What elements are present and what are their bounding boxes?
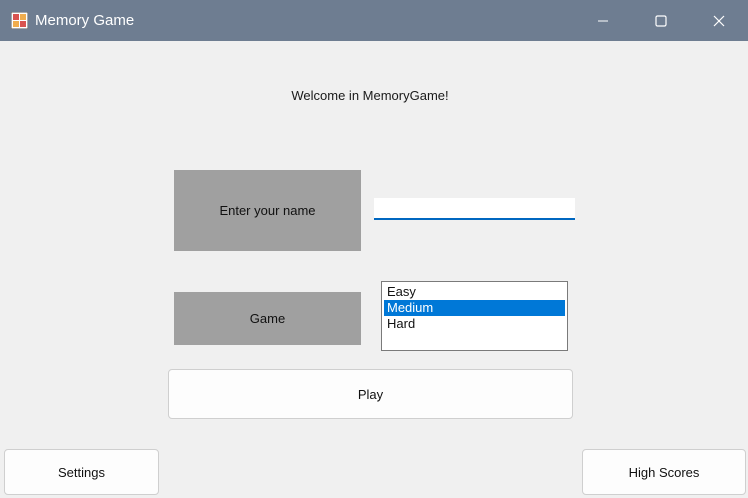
difficulty-option-easy[interactable]: Easy <box>384 284 565 300</box>
difficulty-option-medium[interactable]: Medium <box>384 300 565 316</box>
name-label: Enter your name <box>174 170 361 251</box>
play-button[interactable]: Play <box>168 369 573 419</box>
minimize-icon <box>598 20 608 21</box>
difficulty-listbox[interactable]: Easy Medium Hard <box>381 281 568 351</box>
game-label: Game <box>174 292 361 345</box>
settings-button[interactable]: Settings <box>4 449 159 495</box>
close-icon <box>713 15 725 26</box>
game-label-text: Game <box>249 311 286 326</box>
title-bar[interactable]: Memory Game <box>0 0 748 41</box>
maximize-icon <box>655 14 667 27</box>
name-label-text: Enter your name <box>219 203 316 218</box>
main-window: Memory Game Welcome in MemoryGame! Enter… <box>0 0 748 498</box>
minimize-button[interactable] <box>574 0 632 41</box>
window-title: Memory Game <box>35 12 135 29</box>
difficulty-option-hard[interactable]: Hard <box>384 316 565 332</box>
maximize-button[interactable] <box>632 0 690 41</box>
close-button[interactable] <box>690 0 748 41</box>
memory-game-app-icon <box>11 12 28 29</box>
name-input[interactable] <box>374 198 575 220</box>
high-scores-button[interactable]: High Scores <box>582 449 746 495</box>
welcome-text: Welcome in MemoryGame! <box>291 88 449 103</box>
